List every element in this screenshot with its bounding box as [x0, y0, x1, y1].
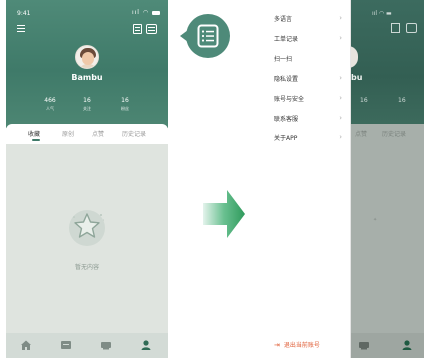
chevron-right-icon: › [339, 94, 342, 102]
stat-popularity[interactable]: 466 人气 [30, 97, 70, 112]
list-document-icon [197, 24, 219, 48]
drawer-item-scan[interactable]: 扫一扫 [274, 54, 346, 68]
chevron-right-icon: › [339, 114, 342, 122]
tab-likes[interactable]: 点赞 [92, 129, 104, 138]
stat-followers: 16 [398, 97, 406, 104]
status-icons: ııl ◠ ▬ [372, 10, 392, 17]
home-icon[interactable] [20, 339, 32, 351]
empty-star-icon [66, 205, 108, 247]
user-name-fragment: bu [351, 73, 363, 82]
drawer-item-tickets[interactable]: 工单记录 › [274, 34, 346, 48]
drawer-item-privacy[interactable]: 隐私设置 › [274, 74, 346, 88]
tray-icon[interactable] [100, 339, 112, 351]
bottom-nav [6, 333, 168, 358]
status-icons: ııl ◠ [132, 9, 160, 16]
chevron-right-icon: › [339, 133, 342, 141]
sparkle-icon: ✦ [373, 217, 378, 223]
content-tabs: 收藏 原创 点赞 历史记录 [6, 124, 168, 144]
stat-followers[interactable]: 16 粉丝 [105, 97, 145, 112]
document-icon[interactable] [133, 24, 142, 34]
tray-icon[interactable] [358, 339, 370, 351]
stat-following: 16 [360, 97, 368, 104]
message-icon[interactable] [146, 24, 157, 34]
avatar[interactable] [75, 45, 99, 69]
profile-header: 9:41 ııl ◠ Bambu 466 人气 16 关注 16 粉丝 [6, 0, 168, 128]
drawer-item-support[interactable]: 联系客服 › [274, 114, 346, 128]
tab-likes: 点赞 [355, 131, 368, 138]
store-icon[interactable] [60, 339, 72, 351]
drawer-item-language[interactable]: 多语言 › [274, 14, 346, 28]
profile-screen: 9:41 ııl ◠ Bambu 466 人气 16 关注 16 粉丝 收藏 原… [6, 0, 168, 358]
document-icon-callout [180, 14, 236, 58]
message-icon[interactable] [406, 23, 417, 33]
tab-history[interactable]: 历史记录 [122, 129, 146, 138]
logout-icon: ⇥ [274, 341, 280, 349]
side-drawer: 多语言 › 工单记录 › 扫一扫 隐私设置 › 账号与安全 › 联系客服 › 关于APP ›… [262, 0, 351, 358]
logout-button[interactable]: ⇥ 退出当前账号 [274, 340, 320, 349]
profile-icon[interactable] [401, 339, 413, 351]
chevron-right-icon: › [339, 74, 342, 82]
drawer-item-about[interactable]: 关于APP › [274, 133, 346, 147]
drawer-screen: ııl ◠ ▬ bu 16 16 点赞 历史记录 ✦ 多语言 › 工单记录 › 扫一… [262, 0, 424, 358]
status-time: 9:41 [17, 10, 31, 17]
drawer-item-account-security[interactable]: 账号与安全 › [274, 94, 346, 108]
user-name: Bambu [71, 73, 103, 82]
transition-arrow-icon [203, 190, 245, 238]
chevron-right-icon: › [339, 14, 342, 22]
menu-icon[interactable] [17, 25, 25, 33]
tab-original[interactable]: 原创 [62, 129, 74, 138]
document-icon[interactable] [391, 23, 400, 33]
empty-state-text: 暂无内容 [74, 264, 99, 271]
chevron-right-icon: › [339, 34, 342, 42]
battery-icon [152, 10, 160, 15]
stat-following[interactable]: 16 关注 [67, 97, 107, 112]
active-tab-indicator [32, 139, 40, 141]
tab-favorites[interactable]: 收藏 [28, 129, 40, 138]
tab-history: 历史记录 [382, 131, 407, 138]
profile-icon[interactable] [140, 339, 152, 351]
